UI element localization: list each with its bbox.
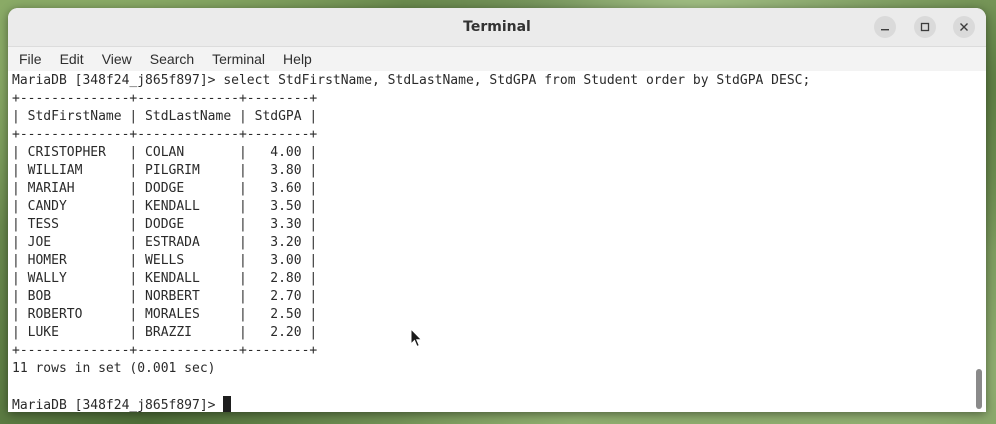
- mouse-pointer-icon: [410, 328, 423, 348]
- result-summary: 11 rows in set (0.001 sec): [12, 361, 216, 376]
- table-row: | TESS | DODGE | 3.30 |: [12, 217, 318, 232]
- minimize-icon: [881, 29, 889, 31]
- terminal-area[interactable]: MariaDB [348f24_j865f897]> select StdFir…: [8, 71, 986, 412]
- title-bar[interactable]: Terminal: [8, 8, 986, 47]
- prompt-line: MariaDB [348f24_j865f897]>: [12, 396, 810, 412]
- sql-command-line: MariaDB [348f24_j865f897]> select StdFir…: [12, 73, 811, 88]
- menu-help[interactable]: Help: [274, 47, 321, 71]
- close-icon: [960, 23, 968, 31]
- maximize-icon: [920, 22, 930, 32]
- table-border: +--------------+-------------+--------+: [12, 91, 318, 106]
- table-row: | WALLY | KENDALL | 2.80 |: [12, 271, 318, 286]
- terminal-window: Terminal File Edit View Search Terminal …: [8, 8, 986, 412]
- table-row: | CRISTOPHER | COLAN | 4.00 |: [12, 145, 318, 160]
- menu-file[interactable]: File: [10, 47, 51, 71]
- table-row: | WILLIAM | PILGRIM | 3.80 |: [12, 163, 318, 178]
- table-row: | HOMER | WELLS | 3.00 |: [12, 253, 318, 268]
- menu-view[interactable]: View: [93, 47, 141, 71]
- table-row: | CANDY | KENDALL | 3.50 |: [12, 199, 318, 214]
- window-title: Terminal: [463, 19, 531, 35]
- scrollbar-thumb[interactable]: [976, 369, 982, 409]
- menu-bar: File Edit View Search Terminal Help: [8, 47, 986, 72]
- table-row: | BOB | NORBERT | 2.70 |: [12, 289, 318, 304]
- menu-terminal[interactable]: Terminal: [203, 47, 274, 71]
- menu-search[interactable]: Search: [141, 47, 203, 71]
- text-cursor: [223, 396, 232, 412]
- close-button[interactable]: [953, 16, 975, 38]
- table-header-row: | StdFirstName | StdLastName | StdGPA |: [12, 109, 318, 124]
- table-row: | ROBERTO | MORALES | 2.50 |: [12, 307, 318, 322]
- table-row: | MARIAH | DODGE | 3.60 |: [12, 181, 318, 196]
- menu-edit[interactable]: Edit: [51, 47, 93, 71]
- minimize-button[interactable]: [874, 16, 896, 38]
- table-row: | JOE | ESTRADA | 3.20 |: [12, 235, 318, 250]
- table-border: +--------------+-------------+--------+: [12, 127, 318, 142]
- terminal-output: MariaDB [348f24_j865f897]> select StdFir…: [12, 72, 810, 412]
- maximize-button[interactable]: [914, 16, 936, 38]
